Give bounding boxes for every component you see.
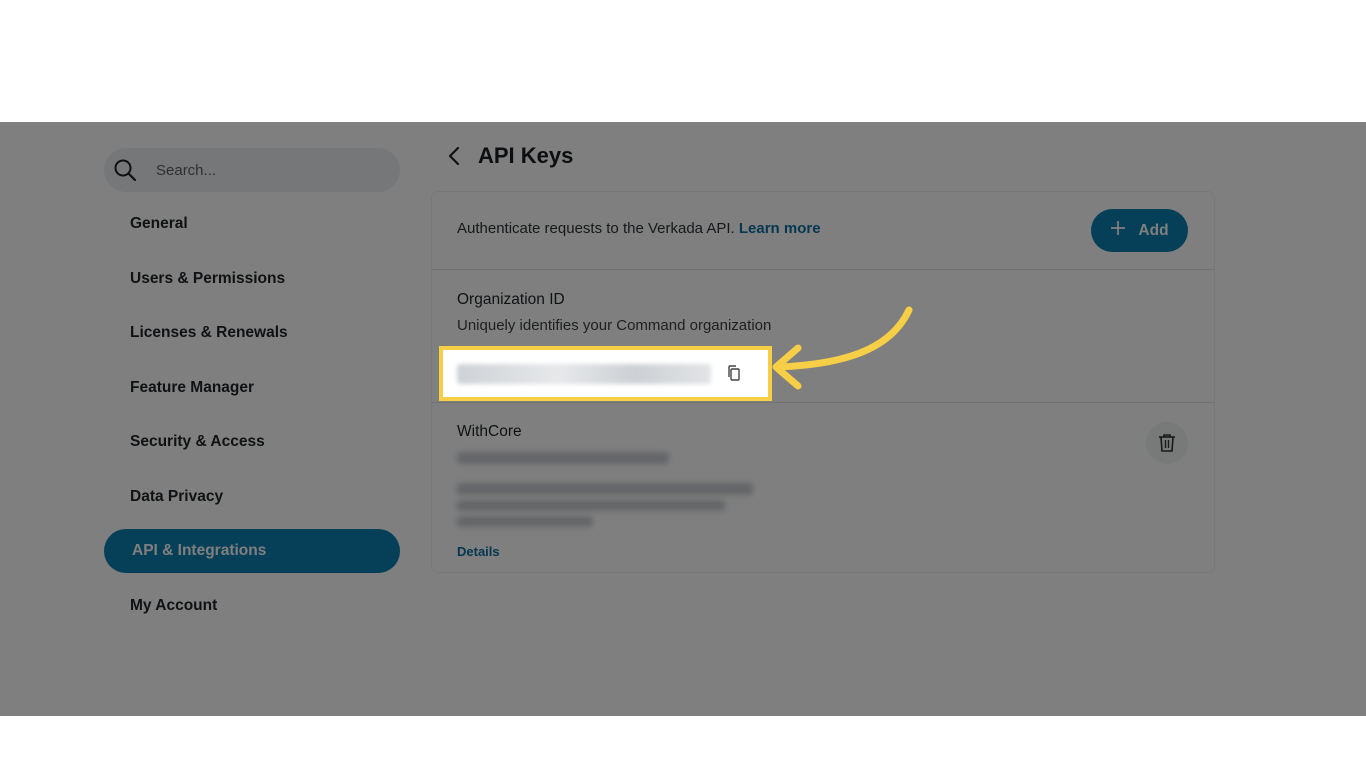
api-key-meta-redacted [457, 516, 593, 527]
plus-icon [1110, 220, 1126, 241]
add-api-key-button[interactable]: Add [1091, 209, 1188, 252]
intro-description: Authenticate requests to the Verkada API… [457, 220, 739, 237]
app-window: General Users & Permissions Licenses & R… [0, 122, 1366, 716]
sidebar-item-data-privacy[interactable]: Data Privacy [104, 475, 400, 519]
sidebar-item-general[interactable]: General [104, 202, 400, 246]
organization-id-highlight [439, 346, 772, 401]
settings-nav: General Users & Permissions Licenses & R… [104, 202, 400, 628]
api-key-row: WithCore Details [432, 403, 1214, 573]
sidebar-item-users-permissions[interactable]: Users & Permissions [104, 257, 400, 301]
add-button-label: Add [1138, 221, 1169, 239]
intro-text: Authenticate requests to the Verkada API… [457, 220, 821, 237]
trash-icon[interactable] [1146, 422, 1188, 464]
api-key-meta-redacted [457, 483, 753, 495]
organization-id-label: Organization ID [457, 291, 565, 308]
chevron-left-icon[interactable] [444, 142, 464, 170]
api-key-value-redacted [457, 452, 669, 464]
sidebar-item-my-account[interactable]: My Account [104, 584, 400, 628]
card-header: Authenticate requests to the Verkada API… [432, 192, 1214, 270]
curved-arrow-icon [772, 306, 913, 390]
sidebar-item-feature-manager[interactable]: Feature Manager [104, 366, 400, 410]
search-icon [112, 157, 138, 183]
copy-icon[interactable] [723, 362, 745, 384]
page-header: API Keys [444, 142, 573, 170]
api-key-name: WithCore [457, 423, 522, 440]
sidebar-item-api-integrations[interactable]: API & Integrations [104, 529, 400, 573]
page-title: API Keys [478, 143, 574, 168]
sidebar-item-security-access[interactable]: Security & Access [104, 420, 400, 464]
sidebar-item-licenses-renewals[interactable]: Licenses & Renewals [104, 311, 400, 355]
highlighted-organization-id-redacted [457, 364, 711, 384]
settings-sidebar: General Users & Permissions Licenses & R… [104, 148, 400, 638]
search-bar[interactable] [104, 148, 400, 192]
search-input[interactable] [154, 160, 378, 180]
api-key-meta-redacted [457, 500, 725, 511]
details-link[interactable]: Details [457, 544, 500, 559]
organization-id-description: Uniquely identifies your Command organiz… [457, 317, 772, 334]
learn-more-link[interactable]: Learn more [739, 220, 821, 237]
